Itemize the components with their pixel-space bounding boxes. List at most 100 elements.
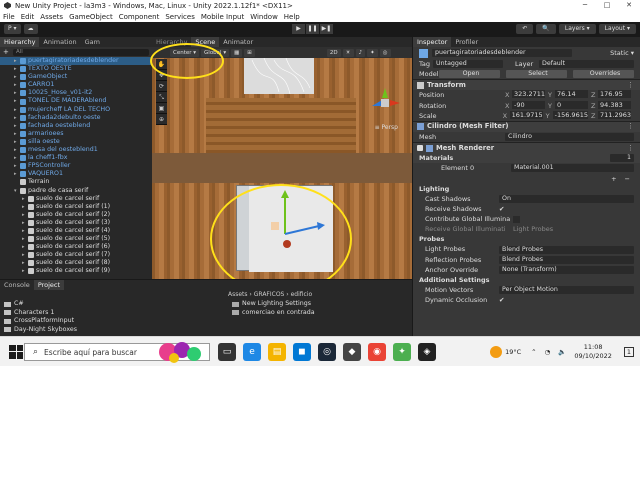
clock[interactable]: 11:08 09/10/2022 [574, 343, 611, 361]
grid-icon[interactable]: ▦ [231, 48, 243, 57]
y-field[interactable]: 0 [555, 100, 588, 109]
hierarchy-item[interactable]: Terrain [0, 178, 152, 186]
materials-label[interactable]: Materials [419, 153, 505, 163]
edge-icon[interactable]: e [243, 343, 261, 361]
more-icon[interactable]: ⋮ [627, 80, 634, 91]
rect-tool-icon[interactable]: ▣ [156, 103, 167, 114]
gizmos-icon[interactable]: ◎ [379, 48, 391, 57]
project-folder[interactable]: C# [0, 300, 220, 309]
x-field[interactable]: -90 [512, 100, 545, 109]
step-button[interactable]: ▶❚ [320, 24, 333, 34]
menu-component[interactable]: Component [119, 13, 160, 21]
z-field[interactable]: 94.383 [598, 100, 631, 109]
anchor-override-field[interactable]: None (Transform) [499, 265, 634, 274]
cloud-icon[interactable]: ☁ [23, 24, 38, 34]
contribute-gi-checkbox[interactable] [513, 215, 520, 223]
menu-mobile-input[interactable]: Mobile Input [201, 13, 244, 21]
breadcrumb[interactable]: Assets › GRAFICOS › edificio [228, 290, 412, 300]
tab-animator[interactable]: Animator [219, 37, 257, 47]
hierarchy-item[interactable]: ▸ puertagiratoriadesdeblender [0, 57, 152, 66]
app-icon[interactable]: ✦ [393, 343, 411, 361]
unity-icon[interactable]: ◈ [418, 343, 436, 361]
project-folder[interactable]: Characters 1 [0, 309, 220, 318]
hierarchy-item[interactable]: ▸ suelo de carcel serif (8) [0, 259, 152, 267]
file-item[interactable]: comerciao en contrada [228, 309, 412, 318]
transform-tool-icon[interactable]: ⊕ [156, 114, 167, 125]
hierarchy-item[interactable]: ▸ suelo de carcel serif (9) [0, 267, 152, 275]
menu-help[interactable]: Help [284, 13, 300, 21]
scale-tool-icon[interactable]: ⤡ [156, 92, 167, 103]
y-field[interactable]: 76.14 [555, 90, 589, 99]
layers-dropdown[interactable]: Layers ▾ [558, 24, 596, 34]
hierarchy-item[interactable]: ▸ suelo de carcel serif (4) [0, 227, 152, 235]
hierarchy-item[interactable]: ▸ TEXTO OESTE [0, 65, 152, 73]
tab-inspector[interactable]: Inspector [413, 37, 452, 47]
tag-dropdown[interactable]: Untagged [433, 60, 503, 69]
layer-dropdown[interactable]: Default [539, 60, 634, 69]
close-button[interactable]: ✕ [618, 0, 640, 11]
hierarchy-item[interactable]: ▸ suelo de carcel serif (1) [0, 203, 152, 211]
hierarchy-search-input[interactable]: All [13, 48, 149, 56]
search-icon[interactable]: 🔍 [536, 24, 556, 34]
light-probes-dropdown[interactable]: Blend Probes [499, 245, 634, 254]
hierarchy-item[interactable]: ▸ CARRO1 [0, 81, 152, 89]
cast-shadows-dropdown[interactable]: On [499, 194, 634, 203]
effects-icon[interactable]: ✦ [367, 48, 378, 57]
hierarchy-item[interactable]: ▸ 10025_Hose_v01-it2 [0, 89, 152, 97]
add-object-button[interactable]: + [3, 48, 13, 56]
probes-section[interactable]: Probes [413, 234, 640, 244]
mesh-field[interactable]: Cilindro [505, 133, 634, 142]
wifi-icon[interactable]: ◔ [545, 348, 551, 356]
task-view-icon[interactable]: ▭ [218, 343, 236, 361]
orientation-gizmo[interactable] [368, 86, 402, 120]
hierarchy-item[interactable]: ▾ padre de casa serif [0, 187, 152, 195]
menu-file[interactable]: File [3, 13, 15, 21]
store-icon[interactable]: ◼ [293, 343, 311, 361]
account-dropdown[interactable]: P ▾ [4, 24, 21, 34]
pause-button[interactable]: ❚❚ [306, 24, 319, 34]
lighting-section[interactable]: Lighting [413, 184, 640, 194]
project-folder[interactable]: CrossPlatformInput [0, 317, 220, 326]
tab-game[interactable]: Gam [81, 37, 104, 47]
chrome-icon[interactable]: ◉ [368, 343, 386, 361]
light-icon[interactable]: ☀ [342, 48, 354, 57]
overrides-dropdown[interactable]: Overrides [573, 70, 634, 79]
motion-vectors-dropdown[interactable]: Per Object Motion [499, 286, 634, 295]
object-name-field[interactable]: puertagiratoriadesdeblender [432, 49, 572, 57]
unity-hub-icon[interactable]: ◆ [343, 343, 361, 361]
tab-animation[interactable]: Animation [39, 37, 80, 47]
windows-start-icon[interactable] [9, 344, 23, 359]
add-material-button[interactable]: + [611, 174, 616, 184]
volume-icon[interactable]: 🔈 [558, 348, 566, 356]
project-folder[interactable]: Day-Night Skyboxes [0, 326, 220, 335]
network-icon[interactable]: ⌃ [531, 348, 536, 356]
snap-icon[interactable]: ⊞ [244, 48, 255, 57]
menu-edit[interactable]: Edit [21, 13, 35, 21]
hierarchy-item[interactable]: ▸ suelo de carcel serif (2) [0, 211, 152, 219]
mesh-renderer-header[interactable]: Mesh Renderer [436, 143, 494, 154]
temperature[interactable]: 19°C [505, 348, 521, 356]
mesh-filter-header[interactable]: Cilindro (Mesh Filter) [427, 121, 508, 132]
hierarchy-item[interactable]: ▸ armarioees [0, 130, 152, 138]
weather-icon[interactable] [490, 346, 503, 358]
materials-count[interactable]: 1 [610, 154, 634, 163]
tab-hierarchy[interactable]: Hierarchy [0, 37, 40, 47]
reflection-probes-dropdown[interactable]: Blend Probes [499, 255, 634, 264]
select-button[interactable]: Select [506, 70, 567, 79]
dynamic-occlusion-checkbox[interactable]: ✔ [499, 295, 504, 305]
hierarchy-item[interactable]: ▸ suelo de carcel serif (3) [0, 219, 152, 227]
material-field[interactable]: Material.001 [511, 164, 634, 173]
audio-icon[interactable]: ♪ [355, 48, 366, 57]
steam-icon[interactable]: ◎ [318, 343, 336, 361]
hierarchy-item[interactable]: ▸ TONEL DE MADERAblend [0, 97, 152, 105]
maximize-button[interactable]: □ [596, 0, 618, 11]
hierarchy-item[interactable]: ▸ suelo de carcel serif [0, 195, 152, 203]
menu-window[interactable]: Window [250, 13, 278, 21]
hierarchy-item[interactable]: ▸ suelo de carcel serif (5) [0, 235, 152, 243]
notifications-icon[interactable]: 1 [623, 347, 634, 357]
additional-settings-section[interactable]: Additional Settings [413, 275, 640, 285]
hierarchy-item[interactable]: ▸ mujercheff LA DEL TECHO [0, 106, 152, 114]
hierarchy-item[interactable]: ▸ suelo de carcel serif (6) [0, 243, 152, 251]
hierarchy-item[interactable]: ▸ fachada2debulto oeste [0, 114, 152, 122]
tab-profiler[interactable]: Profiler [451, 37, 482, 47]
